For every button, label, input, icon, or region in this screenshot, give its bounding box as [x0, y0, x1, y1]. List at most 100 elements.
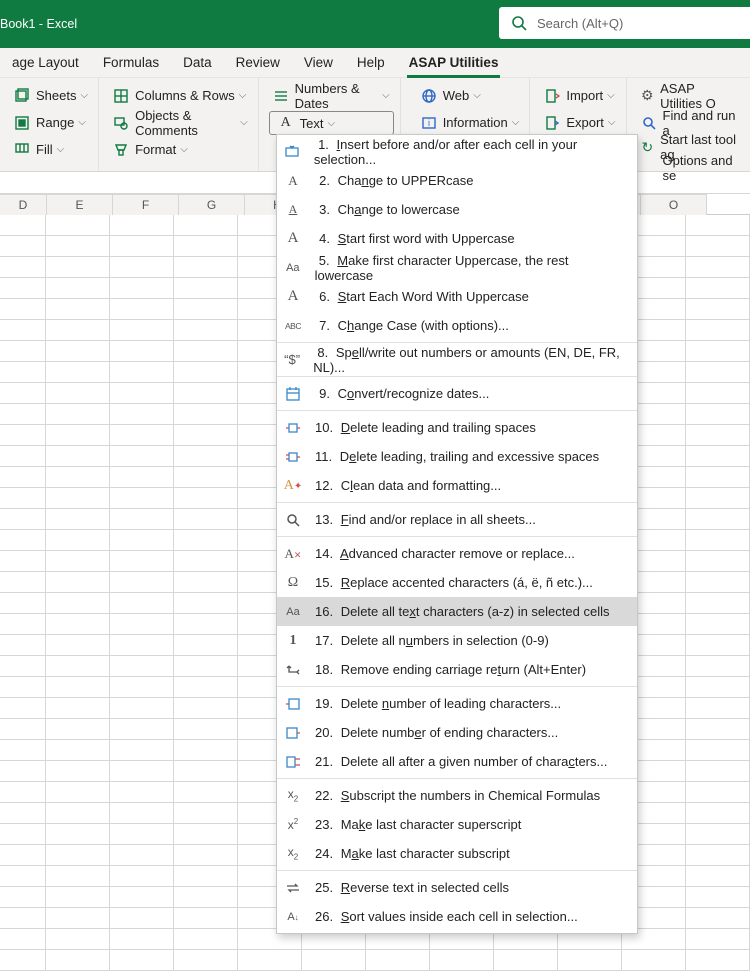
cell[interactable]: [686, 929, 750, 950]
menu-item[interactable]: A✦12. Clean data and formatting...: [277, 471, 637, 500]
cell[interactable]: [0, 845, 46, 866]
cell[interactable]: [0, 362, 46, 383]
cell[interactable]: [110, 719, 174, 740]
cell[interactable]: [110, 257, 174, 278]
cell[interactable]: [686, 698, 750, 719]
cell[interactable]: [110, 383, 174, 404]
cell[interactable]: [46, 740, 110, 761]
cell[interactable]: [46, 887, 110, 908]
cell[interactable]: [110, 824, 174, 845]
cell[interactable]: [686, 761, 750, 782]
cell[interactable]: [46, 383, 110, 404]
cell[interactable]: [0, 404, 46, 425]
cell[interactable]: [0, 488, 46, 509]
cell[interactable]: [110, 782, 174, 803]
cell[interactable]: [686, 740, 750, 761]
cell[interactable]: [686, 425, 750, 446]
text-button[interactable]: AText⌵: [269, 111, 394, 135]
menu-item[interactable]: 9. Convert/recognize dates...: [277, 379, 637, 408]
cell[interactable]: [110, 908, 174, 929]
cell[interactable]: [174, 341, 238, 362]
tab-help[interactable]: Help: [345, 48, 397, 78]
cell[interactable]: [110, 635, 174, 656]
cell[interactable]: [174, 425, 238, 446]
cell[interactable]: [110, 320, 174, 341]
cell[interactable]: [46, 278, 110, 299]
cell[interactable]: [46, 467, 110, 488]
cell[interactable]: [686, 866, 750, 887]
cell[interactable]: [110, 509, 174, 530]
menu-item[interactable]: A↓26. Sort values inside each cell in se…: [277, 902, 637, 931]
cell[interactable]: [0, 803, 46, 824]
cell[interactable]: [0, 446, 46, 467]
cell[interactable]: [0, 614, 46, 635]
cell[interactable]: [46, 299, 110, 320]
cell[interactable]: [110, 887, 174, 908]
cell[interactable]: [686, 362, 750, 383]
cell[interactable]: [46, 341, 110, 362]
cell[interactable]: [174, 383, 238, 404]
cell[interactable]: [0, 782, 46, 803]
menu-item[interactable]: Aa16. Delete all text characters (a-z) i…: [277, 597, 637, 626]
cell[interactable]: [0, 236, 46, 257]
cell[interactable]: [110, 446, 174, 467]
cell[interactable]: [686, 551, 750, 572]
cell[interactable]: [46, 761, 110, 782]
cell[interactable]: [110, 236, 174, 257]
cell[interactable]: [686, 887, 750, 908]
cell[interactable]: [494, 950, 558, 971]
cell[interactable]: [302, 950, 366, 971]
cell[interactable]: [686, 383, 750, 404]
tab-data[interactable]: Data: [171, 48, 224, 78]
cell[interactable]: [0, 824, 46, 845]
cell[interactable]: [174, 530, 238, 551]
cell[interactable]: [46, 656, 110, 677]
cell[interactable]: [174, 656, 238, 677]
cell[interactable]: [110, 341, 174, 362]
cell[interactable]: [686, 530, 750, 551]
cell[interactable]: [46, 404, 110, 425]
menu-item[interactable]: 10. Delete leading and trailing spaces: [277, 413, 637, 442]
columns-rows-button[interactable]: Columns & Rows⌵: [109, 82, 252, 109]
cell[interactable]: [0, 299, 46, 320]
cell[interactable]: [46, 593, 110, 614]
cell[interactable]: [0, 278, 46, 299]
cell[interactable]: [110, 572, 174, 593]
menu-item[interactable]: 25. Reverse text in selected cells: [277, 873, 637, 902]
cell[interactable]: [174, 278, 238, 299]
cell[interactable]: [46, 677, 110, 698]
cell[interactable]: [0, 425, 46, 446]
cell[interactable]: [686, 467, 750, 488]
cell[interactable]: [366, 950, 430, 971]
web-button[interactable]: Web⌵: [417, 82, 524, 109]
cell[interactable]: [686, 509, 750, 530]
cell[interactable]: [0, 740, 46, 761]
tab-page-layout[interactable]: age Layout: [0, 48, 91, 78]
cell[interactable]: [110, 761, 174, 782]
cell[interactable]: [174, 404, 238, 425]
cell[interactable]: [174, 467, 238, 488]
cell[interactable]: [110, 404, 174, 425]
import-button[interactable]: Import⌵: [540, 82, 619, 109]
cell[interactable]: [110, 530, 174, 551]
cell[interactable]: [686, 572, 750, 593]
cell[interactable]: [174, 824, 238, 845]
cell[interactable]: [686, 635, 750, 656]
cell[interactable]: [430, 950, 494, 971]
column-header[interactable]: F: [113, 194, 179, 215]
menu-item[interactable]: 1. Insert before and/or after each cell …: [277, 137, 637, 166]
cell[interactable]: [110, 677, 174, 698]
cell[interactable]: [686, 488, 750, 509]
cell[interactable]: [46, 866, 110, 887]
cell[interactable]: [174, 299, 238, 320]
menu-item[interactable]: x222. Subscript the numbers in Chemical …: [277, 781, 637, 810]
cell[interactable]: [110, 845, 174, 866]
cell[interactable]: [686, 950, 750, 971]
cell[interactable]: [110, 614, 174, 635]
cell[interactable]: [174, 236, 238, 257]
search-box[interactable]: Search (Alt+Q): [499, 7, 750, 39]
cell[interactable]: [686, 341, 750, 362]
cell[interactable]: [686, 446, 750, 467]
cell[interactable]: [0, 572, 46, 593]
menu-item[interactable]: 20. Delete number of ending characters..…: [277, 718, 637, 747]
